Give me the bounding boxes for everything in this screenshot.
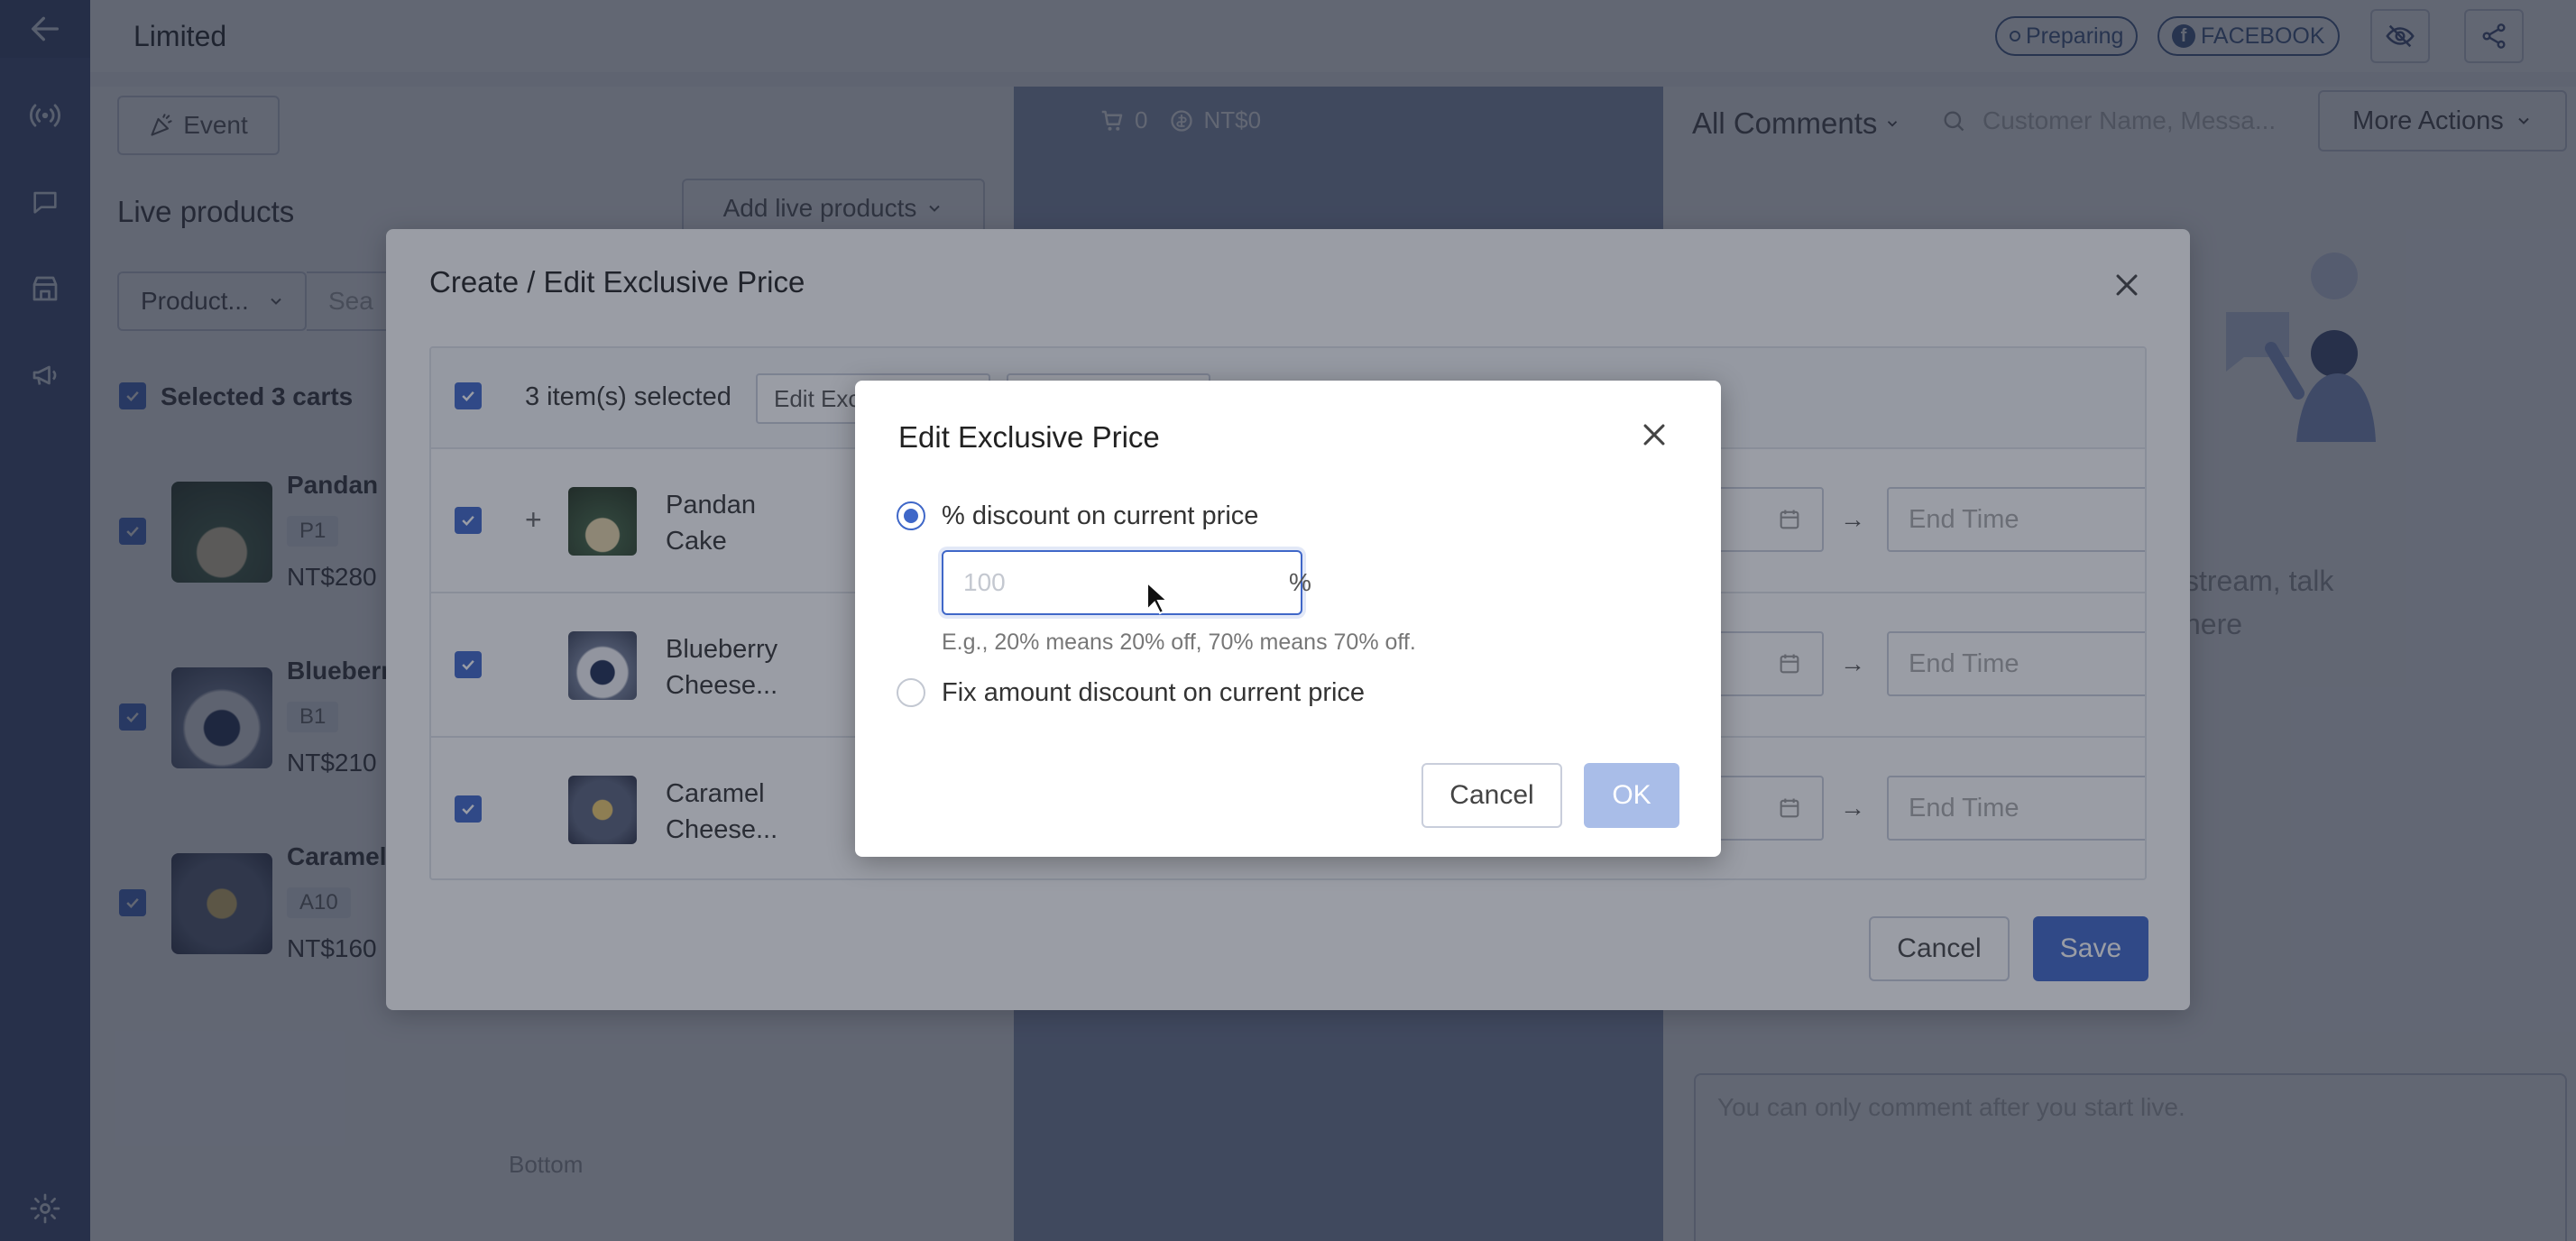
percent-discount-label[interactable]: % discount on current price xyxy=(942,501,1258,531)
fixed-discount-radio[interactable] xyxy=(897,678,925,707)
percent-discount-input[interactable] xyxy=(963,568,1289,597)
cancel-button[interactable]: Cancel xyxy=(1421,763,1562,828)
dialog-title: Edit Exclusive Price xyxy=(898,420,1160,454)
percent-suffix: % xyxy=(1289,568,1311,596)
edit-exclusive-price-dialog: Edit Exclusive Price % discount on curre… xyxy=(855,381,1721,857)
percent-discount-radio[interactable] xyxy=(897,501,925,530)
close-button[interactable] xyxy=(1633,413,1676,456)
fixed-discount-label[interactable]: Fix amount discount on current price xyxy=(942,678,1365,708)
mouse-cursor-icon xyxy=(1146,581,1169,615)
discount-hint: E.g., 20% means 20% off, 70% means 70% o… xyxy=(942,630,1416,655)
ok-button[interactable]: OK xyxy=(1584,763,1679,828)
percent-input-wrapper[interactable]: % xyxy=(942,550,1311,615)
close-icon xyxy=(1643,424,1665,446)
